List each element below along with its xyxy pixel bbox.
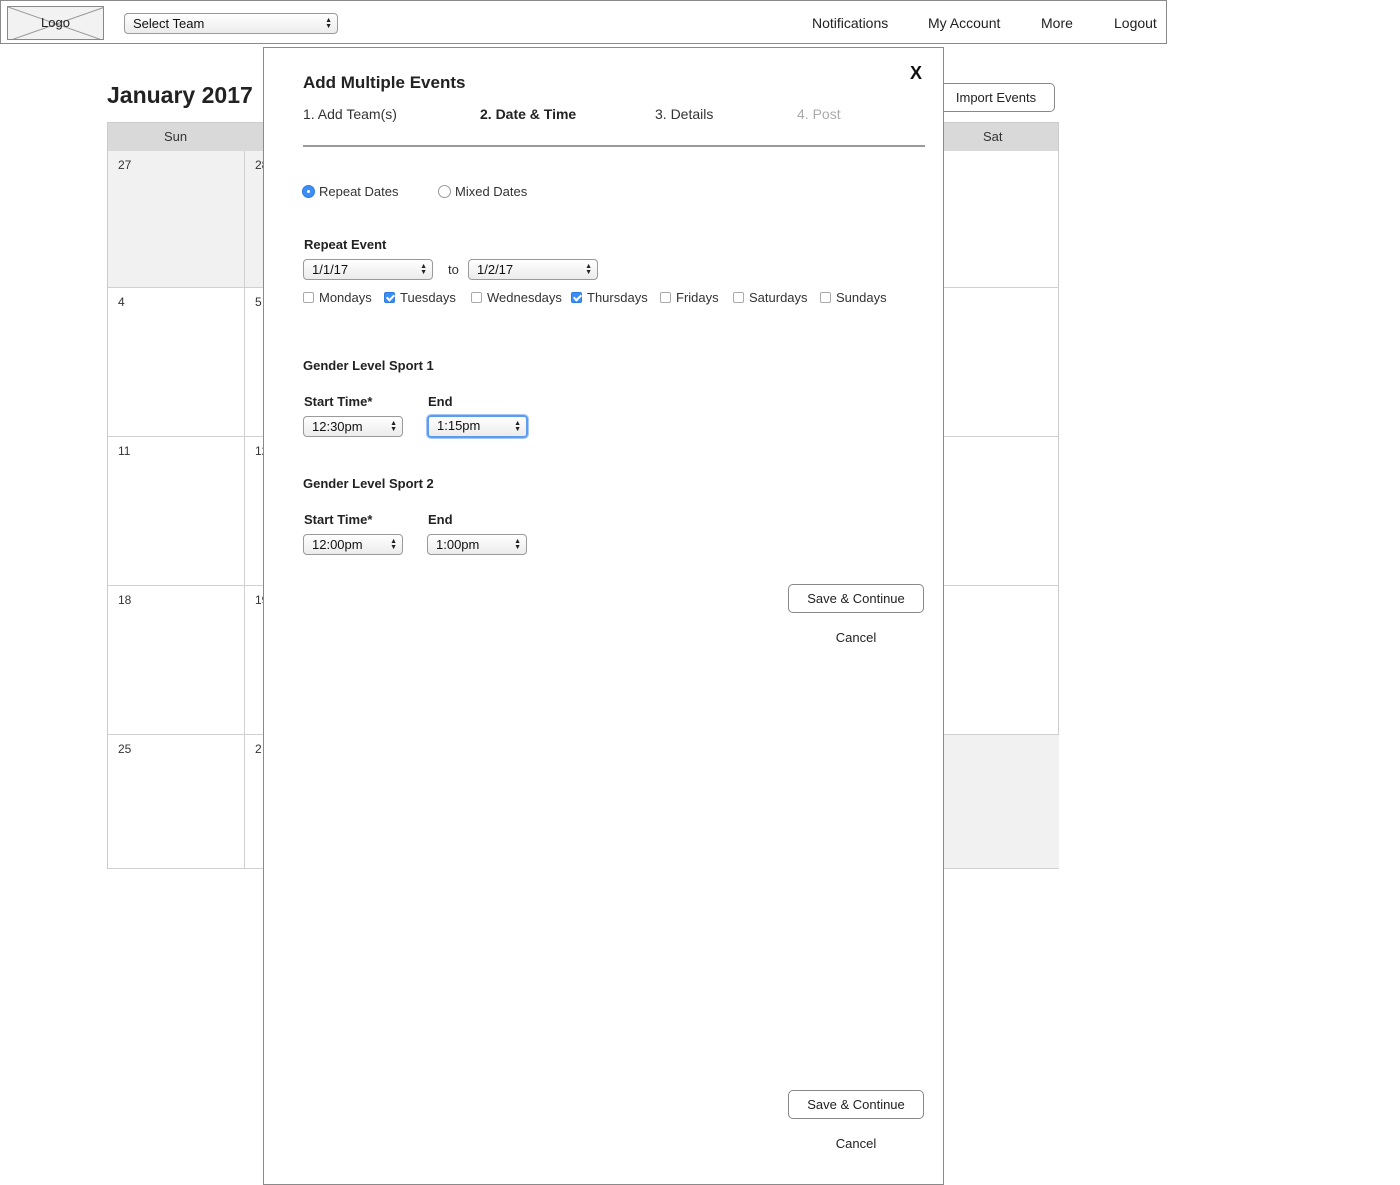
nav-my-account[interactable]: My Account [928, 15, 1000, 31]
start-time-value: 12:30pm [312, 419, 363, 434]
checkbox-unchecked-icon [471, 292, 482, 303]
nav-notifications[interactable]: Notifications [812, 15, 888, 31]
checkbox-label: Thursdays [587, 290, 648, 305]
end-time-label: End [428, 394, 453, 409]
save-continue-button[interactable]: Save & Continue [788, 584, 924, 613]
step-date-time[interactable]: 2. Date & Time [480, 106, 576, 122]
repeat-to-value: 1/2/17 [477, 262, 514, 277]
repeat-from-value: 1/1/17 [312, 262, 349, 277]
checkbox-mondays[interactable]: Mondays [303, 290, 372, 305]
nav-logout[interactable]: Logout [1114, 15, 1157, 31]
logo-label: Logo [41, 15, 70, 30]
modal-title: Add Multiple Events [303, 73, 466, 92]
calendar-cell[interactable]: 7 [924, 437, 1059, 586]
date-number: 11 [118, 444, 131, 458]
nav-more[interactable]: More [1041, 15, 1073, 31]
calendar-cell[interactable]: 4 [108, 288, 245, 437]
date-number: 25 [118, 742, 132, 756]
checkbox-label: Saturdays [749, 290, 808, 305]
checkbox-unchecked-icon [820, 292, 831, 303]
date-number: 4 [118, 295, 125, 309]
checkbox-tuesdays[interactable]: Tuesdays [384, 290, 456, 305]
top-bar: Logo Select Team ▲ ▼ Notifications My Acc… [0, 0, 1167, 44]
select-arrows-icon: ▲ ▼ [514, 419, 521, 433]
step-post: 4. Post [797, 106, 841, 122]
checkbox-label: Tuesdays [400, 290, 456, 305]
calendar-cell[interactable]: 25 [108, 735, 245, 869]
logo[interactable]: Logo [7, 6, 104, 40]
checkbox-label: Mondays [319, 290, 372, 305]
checkbox-label: Sundays [836, 290, 887, 305]
repeat-event-label: Repeat Event [304, 237, 387, 252]
weekday-sun: Sun [164, 129, 188, 144]
start-time-value: 12:00pm [312, 537, 363, 552]
checkbox-unchecked-icon [733, 292, 744, 303]
date-number: 5 [255, 295, 262, 309]
team-select-value: Select Team [133, 16, 205, 31]
close-button[interactable]: X [910, 63, 922, 84]
radio-mixed-dates[interactable]: Mixed Dates [438, 184, 527, 199]
select-arrows-icon: ▲ ▼ [390, 419, 397, 433]
start-time-select[interactable]: 12:30pm ▲ ▼ [303, 416, 403, 437]
calendar-cell[interactable] [924, 735, 1059, 869]
start-time-label: Start Time* [304, 394, 373, 409]
date-number: 2 [255, 742, 262, 756]
select-arrows-icon: ▲ ▼ [420, 262, 427, 276]
radio-repeat-dates[interactable]: Repeat Dates [302, 184, 399, 199]
to-label: to [448, 262, 459, 277]
calendar-cell[interactable]: 4 [924, 586, 1059, 735]
calendar-cell[interactable]: 27 [108, 151, 245, 288]
import-events-button[interactable]: Import Events [937, 83, 1055, 112]
checkbox-saturdays[interactable]: Saturdays [733, 290, 808, 305]
cancel-button-bottom[interactable]: Cancel [788, 1136, 924, 1151]
start-time-select[interactable]: 12:00pm ▲ ▼ [303, 534, 403, 555]
checkbox-wednesdays[interactable]: Wednesdays [471, 290, 562, 305]
radio-label: Repeat Dates [319, 184, 399, 199]
end-time-value: 1:15pm [437, 418, 481, 433]
end-time-value: 1:00pm [436, 537, 480, 552]
group-title: Gender Level Sport 1 [303, 358, 434, 373]
select-arrows-icon: ▲ ▼ [390, 537, 397, 551]
checkbox-checked-icon [384, 292, 395, 303]
select-arrows-icon: ▲ ▼ [325, 16, 332, 30]
weekday-sat: Sat [983, 129, 1003, 144]
select-arrows-icon: ▲ ▼ [514, 537, 521, 551]
cancel-button[interactable]: Cancel [788, 630, 924, 645]
select-arrows-icon: ▲ ▼ [585, 262, 592, 276]
radio-label: Mixed Dates [455, 184, 528, 199]
calendar-cell[interactable]: 11 [108, 437, 245, 586]
checkbox-sundays[interactable]: Sundays [820, 290, 887, 305]
date-number: 27 [118, 158, 132, 172]
radio-selected-icon [302, 185, 315, 198]
team-select[interactable]: Select Team ▲ ▼ [124, 13, 338, 34]
checkbox-checked-icon [571, 292, 582, 303]
start-time-label: Start Time* [304, 512, 373, 527]
end-time-label: End [428, 512, 453, 527]
calendar-cell[interactable]: 18 [108, 586, 245, 735]
group-title: Gender Level Sport 2 [303, 476, 434, 491]
end-time-select[interactable]: 1:15pm ▲ ▼ [427, 415, 528, 438]
date-number: 18 [118, 593, 132, 607]
checkbox-fridays[interactable]: Fridays [660, 290, 719, 305]
repeat-from-select[interactable]: 1/1/17 ▲ ▼ [303, 259, 433, 280]
month-title: January 2017 [107, 82, 253, 108]
calendar-cell[interactable]: 0 [924, 288, 1059, 437]
calendar-cell[interactable] [924, 151, 1059, 288]
save-continue-button-bottom[interactable]: Save & Continue [788, 1090, 924, 1119]
step-details[interactable]: 3. Details [655, 106, 713, 122]
step-add-teams[interactable]: 1. Add Team(s) [303, 106, 397, 122]
checkbox-thursdays[interactable]: Thursdays [571, 290, 648, 305]
checkbox-label: Wednesdays [487, 290, 562, 305]
add-multiple-events-modal: Add Multiple Events X 1. Add Team(s) 2. … [263, 47, 944, 1185]
checkbox-label: Fridays [676, 290, 719, 305]
checkbox-unchecked-icon [660, 292, 671, 303]
checkbox-unchecked-icon [303, 292, 314, 303]
radio-unselected-icon [438, 185, 451, 198]
repeat-to-select[interactable]: 1/2/17 ▲ ▼ [468, 259, 598, 280]
steps-divider [303, 145, 925, 147]
end-time-select[interactable]: 1:00pm ▲ ▼ [427, 534, 527, 555]
